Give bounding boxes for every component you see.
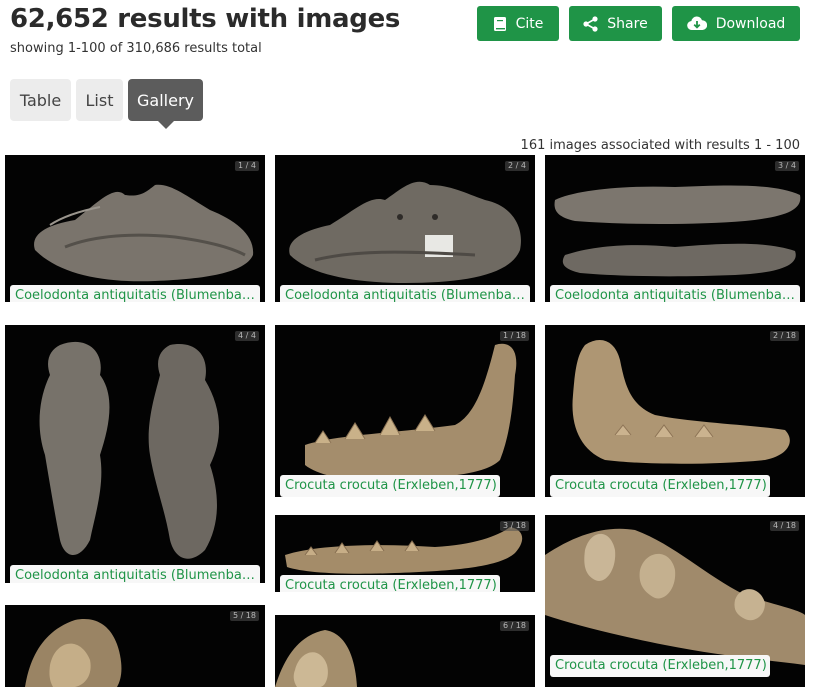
- image-counter: 3 / 18: [499, 521, 529, 531]
- image-counter: 1 / 18: [499, 331, 529, 341]
- specimen-image: [572, 340, 790, 464]
- download-label: Download: [715, 15, 786, 32]
- specimen-image: [554, 185, 801, 277]
- book-icon: [493, 16, 507, 32]
- specimen-image: [289, 181, 521, 283]
- share-icon: [583, 15, 598, 32]
- species-caption[interactable]: Coelodonta antiquitatis (Blumenbach, 179…: [10, 285, 260, 302]
- cite-label: Cite: [515, 15, 544, 32]
- gallery-card[interactable]: 2 / 4 Coelodonta antiquitatis (Blumenbac…: [275, 155, 535, 302]
- specimen-image: [34, 184, 254, 282]
- species-caption[interactable]: Coelodonta antiquitatis (Blumenbach, 179…: [550, 285, 800, 302]
- image-counter: 2 / 18: [769, 331, 799, 341]
- specimen-image: [275, 630, 357, 687]
- image-counter: 1 / 4: [235, 161, 259, 171]
- gallery-summary: 161 images associated with results 1 - 1…: [520, 138, 800, 153]
- tab-list[interactable]: List: [76, 79, 123, 121]
- species-caption[interactable]: Coelodonta antiquitatis (Blumenbach, 179…: [10, 565, 260, 583]
- page-title: 62,652 results with images: [10, 4, 401, 34]
- tab-gallery-label: Gallery: [137, 90, 194, 110]
- cite-button[interactable]: Cite: [477, 6, 559, 41]
- species-caption[interactable]: Crocuta crocuta (Erxleben,1777): [280, 475, 500, 497]
- results-summary: showing 1-100 of 310,686 results total: [10, 41, 262, 56]
- gallery-card[interactable]: 3 / 4 Coelodonta antiquitatis (Blumenbac…: [545, 155, 805, 302]
- gallery-card[interactable]: 5 / 18: [5, 605, 265, 687]
- specimen-image: [305, 343, 517, 481]
- species-caption[interactable]: Coelodonta antiquitatis (Blumenbach, 179…: [280, 285, 530, 302]
- image-counter: 4 / 18: [769, 521, 799, 531]
- download-button[interactable]: Download: [672, 6, 800, 41]
- specimen-image: [39, 341, 220, 559]
- species-caption[interactable]: Crocuta crocuta (Erxleben,1777): [550, 655, 770, 677]
- tab-table[interactable]: Table: [10, 79, 71, 121]
- active-tab-caret: [157, 121, 174, 129]
- gallery-card[interactable]: 1 / 4 Coelodonta antiquitatis (Blumenbac…: [5, 155, 265, 302]
- gallery-card[interactable]: 1 / 18 Crocuta crocuta (Erxleben,1777): [275, 325, 535, 497]
- image-counter: 5 / 18: [229, 611, 259, 621]
- gallery-card[interactable]: 2 / 18 Crocuta crocuta (Erxleben,1777): [545, 325, 805, 497]
- gallery-card[interactable]: 3 / 18 Crocuta crocuta (Erxleben,1777): [275, 515, 535, 592]
- image-counter: 6 / 18: [499, 621, 529, 631]
- image-counter: 4 / 4: [235, 331, 259, 341]
- species-caption[interactable]: Crocuta crocuta (Erxleben,1777): [280, 575, 500, 592]
- image-counter: 2 / 4: [505, 161, 529, 171]
- gallery-card[interactable]: 4 / 18 Crocuta crocuta (Erxleben,1777): [545, 515, 805, 687]
- share-label: Share: [607, 15, 648, 32]
- species-caption[interactable]: Crocuta crocuta (Erxleben,1777): [550, 475, 770, 497]
- share-button[interactable]: Share: [569, 6, 662, 41]
- gallery-card[interactable]: 4 / 4 Coelodonta antiquitatis (Blumenbac…: [5, 325, 265, 583]
- gallery-card[interactable]: 6 / 18: [275, 615, 535, 687]
- tab-table-label: Table: [19, 90, 62, 110]
- tab-list-label: List: [85, 90, 114, 110]
- tab-gallery[interactable]: Gallery: [128, 79, 203, 129]
- image-counter: 3 / 4: [775, 161, 799, 171]
- cloud-download-icon: [686, 16, 707, 31]
- specimen-image: [25, 619, 122, 687]
